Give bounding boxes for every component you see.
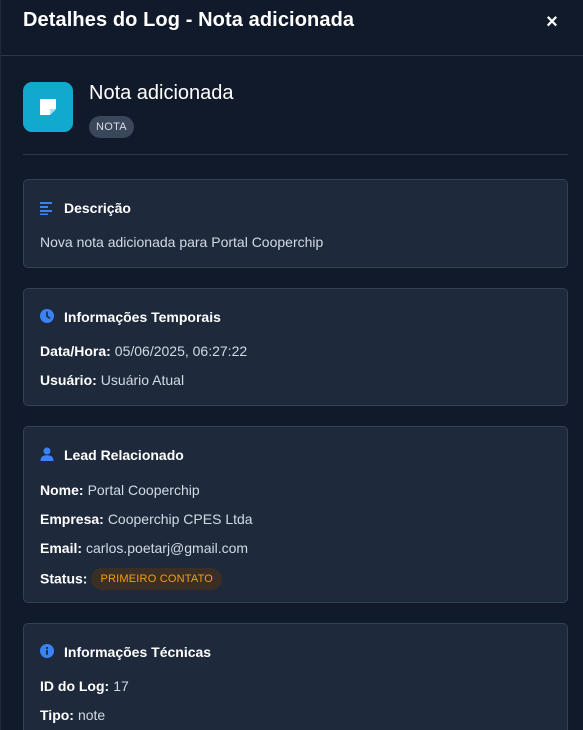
technical-info-card: Informações Técnicas ID do Log: 17 Tipo: n… bbox=[23, 623, 568, 730]
lead-company-value: Cooperchip CPES Ltda bbox=[107, 511, 253, 527]
log-id-label: ID do Log: bbox=[40, 678, 110, 694]
log-name: Nota adicionada bbox=[89, 82, 234, 104]
card-title: Informações Temporais bbox=[64, 309, 221, 325]
log-type-value: note bbox=[77, 707, 106, 723]
clock-icon bbox=[40, 309, 54, 323]
log-id-value: 17 bbox=[113, 678, 129, 694]
datetime-value: 05/06/2025, 06:27:22 bbox=[114, 343, 248, 359]
user-row: Usuário: Usuário Atual bbox=[40, 372, 184, 388]
card-title: Descrição bbox=[64, 200, 131, 216]
user-value: Usuário Atual bbox=[100, 372, 185, 388]
user-label: Usuário: bbox=[40, 372, 97, 388]
status-badge: PRIMEIRO CONTATO bbox=[91, 568, 223, 590]
log-details-modal: Detalhes do Log - Nota adicionada × Nota… bbox=[0, 0, 583, 730]
related-lead-card: Lead Relacionado Nome: Portal Cooperchip … bbox=[23, 426, 568, 603]
lead-name-label: Nome: bbox=[40, 482, 84, 498]
lead-company-row: Empresa: Cooperchip CPES Ltda bbox=[40, 511, 253, 527]
log-id-row: ID do Log: 17 bbox=[40, 678, 129, 694]
lead-name-row: Nome: Portal Cooperchip bbox=[40, 482, 200, 498]
lead-status-label: Status: bbox=[40, 570, 88, 587]
lead-company-label: Empresa: bbox=[40, 511, 104, 527]
note-icon bbox=[23, 82, 73, 132]
card-title: Informações Técnicas bbox=[64, 644, 212, 660]
lead-status-row: Status: PRIMEIRO CONTATO bbox=[40, 568, 223, 591]
card-title: Lead Relacionado bbox=[64, 447, 184, 463]
divider bbox=[23, 154, 568, 155]
close-icon[interactable]: × bbox=[542, 12, 562, 32]
modal-header: Detalhes do Log - Nota adicionada × bbox=[1, 0, 583, 56]
datetime-row: Data/Hora: 05/06/2025, 06:27:22 bbox=[40, 343, 247, 359]
log-type-label: Tipo: bbox=[40, 707, 74, 723]
info-icon bbox=[40, 644, 54, 658]
lead-email-label: Email: bbox=[40, 540, 83, 556]
lead-email-row: Email: carlos.poetarj@gmail.com bbox=[40, 540, 248, 556]
description-text: Nova nota adicionada para Portal Cooperc… bbox=[40, 234, 324, 250]
lead-email-value: carlos.poetarj@gmail.com bbox=[86, 540, 249, 556]
description-card: Descrição Nova nota adicionada para Port… bbox=[23, 179, 568, 268]
lead-name-value: Portal Cooperchip bbox=[87, 482, 200, 498]
datetime-label: Data/Hora: bbox=[40, 343, 111, 359]
align-left-icon bbox=[40, 202, 52, 215]
log-type-row: Tipo: note bbox=[40, 707, 105, 723]
modal-title: Detalhes do Log - Nota adicionada bbox=[23, 9, 355, 31]
log-type-tag: NOTA bbox=[89, 116, 134, 138]
log-summary: Nota adicionada NOTA bbox=[23, 82, 568, 154]
temporal-info-card: Informações Temporais Data/Hora: 05/06/20… bbox=[23, 288, 568, 406]
user-icon bbox=[40, 447, 54, 461]
